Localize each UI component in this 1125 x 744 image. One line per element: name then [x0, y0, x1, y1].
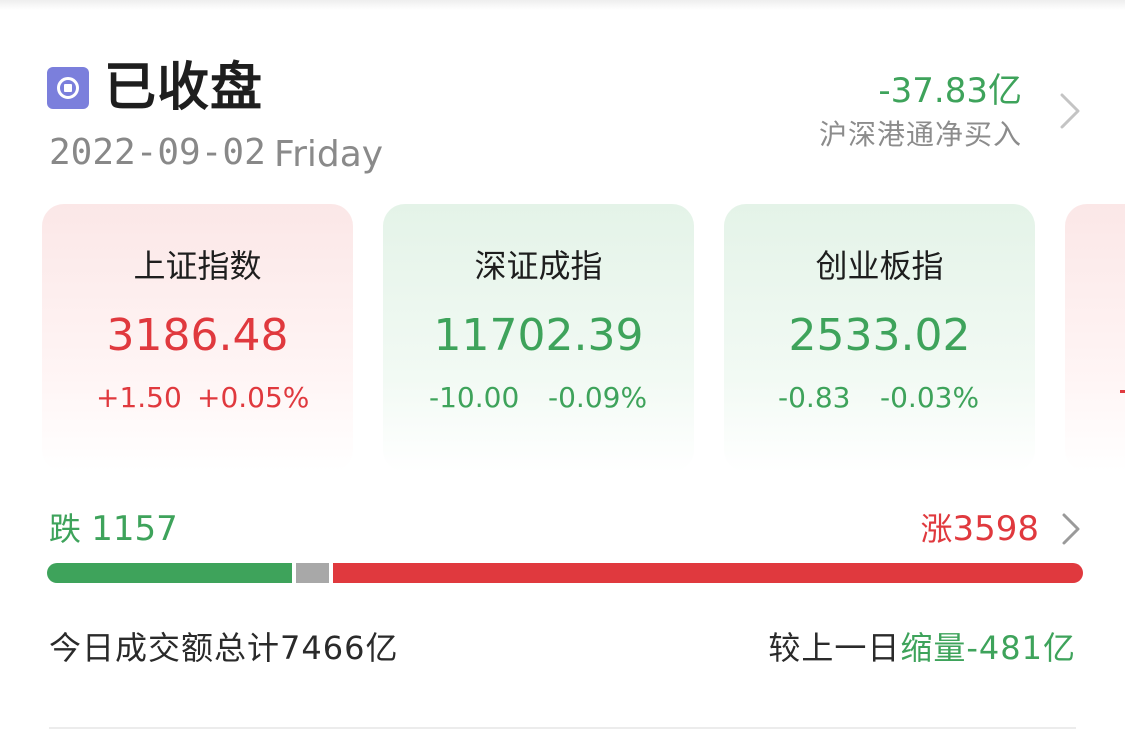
index-change: -0.83	[778, 381, 851, 414]
northbound-net-flow-label[interactable]: 沪深港通净买入	[819, 116, 1022, 154]
chevron-right-icon[interactable]	[1058, 511, 1084, 547]
index-change: +1.50	[96, 381, 182, 414]
index-card-partial[interactable]	[1065, 204, 1125, 472]
decliners-count[interactable]: 跌 1157	[49, 508, 178, 550]
index-change: -10.00	[429, 381, 520, 414]
trade-date: 2022-09-02	[49, 132, 266, 173]
top-shadow	[0, 0, 1125, 10]
index-name: 创业板指	[815, 247, 944, 285]
index-change-pct: -0.09%	[548, 381, 648, 414]
index-name: 上证指数	[133, 247, 262, 285]
index-name: 深证成指	[474, 247, 603, 285]
chevron-right-icon[interactable]	[1054, 93, 1086, 129]
index-card-shanghai[interactable]: 上证指数 3186.48 +1.50 +0.05%	[42, 204, 353, 472]
index-price: 3186.48	[106, 310, 289, 361]
advancers-label: 涨	[920, 510, 953, 548]
divider	[49, 727, 1076, 729]
index-change-pct: +0.05%	[197, 381, 310, 414]
comparison-lead: 较上一日	[768, 629, 901, 667]
turnover-comparison: 较上一日缩量-481亿	[768, 626, 1076, 670]
advancers-count[interactable]: 涨3598	[920, 508, 1039, 550]
index-change-pct: -0.03%	[880, 381, 980, 414]
breadth-bar-unchanged	[296, 563, 329, 583]
breadth-bar-decliners	[47, 563, 292, 583]
stop-circle-icon	[47, 67, 89, 109]
breadth-bar-advancers	[333, 563, 1083, 583]
comparison-trend: 缩量-481亿	[900, 629, 1076, 667]
decliners-label: 跌	[49, 510, 82, 548]
index-card-shenzhen[interactable]: 深证成指 11702.39 -10.00 -0.09%	[383, 204, 694, 472]
index-price: 11702.39	[433, 310, 644, 361]
index-card-chinext[interactable]: 创业板指 2533.02 -0.83 -0.03%	[724, 204, 1035, 472]
index-price: 2533.02	[788, 310, 971, 361]
northbound-net-flow-value[interactable]: -37.83亿	[878, 70, 1022, 112]
total-turnover-text: 今日成交额总计7466亿	[49, 629, 399, 667]
market-status-title: 已收盘	[104, 58, 264, 118]
partial-change-mark	[1120, 390, 1125, 393]
decliners-number: 1157	[91, 509, 178, 549]
advancers-number: 3598	[952, 509, 1039, 549]
trade-weekday: Friday	[274, 134, 384, 175]
